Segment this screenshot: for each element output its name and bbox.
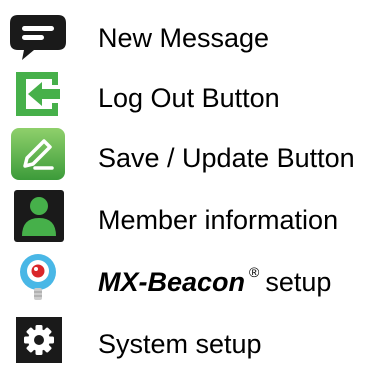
logout-arrow-icon <box>8 68 68 120</box>
legend-item-new-message: New Message <box>0 12 376 68</box>
legend-item-member-info: Member information <box>0 190 376 246</box>
legend-item-beacon-setup: MX-Beacon ® setup <box>0 252 376 308</box>
legend-label: Member information <box>98 205 339 235</box>
legend-label: Save / Update Button <box>98 143 355 173</box>
gear-icon <box>8 314 68 366</box>
chat-bubble-icon <box>8 12 68 64</box>
legend-label-beacon: MX-Beacon ® setup <box>98 264 332 302</box>
edit-pencil-icon <box>8 128 68 180</box>
legend-label: setup <box>265 267 332 297</box>
legend-label: New Message <box>98 23 270 53</box>
beacon-brand-name: MX-Beacon <box>98 267 246 297</box>
legend-item-log-out: Log Out Button <box>0 68 376 124</box>
legend-item-system-setup: System setup <box>0 314 376 370</box>
beacon-bulb-icon <box>8 252 68 304</box>
legend-item-save-update: Save / Update Button <box>0 128 376 184</box>
registered-mark: ® <box>249 264 260 280</box>
legend-label: System setup <box>98 329 262 359</box>
legend-label: Log Out Button <box>98 83 280 113</box>
member-person-icon <box>8 190 68 242</box>
